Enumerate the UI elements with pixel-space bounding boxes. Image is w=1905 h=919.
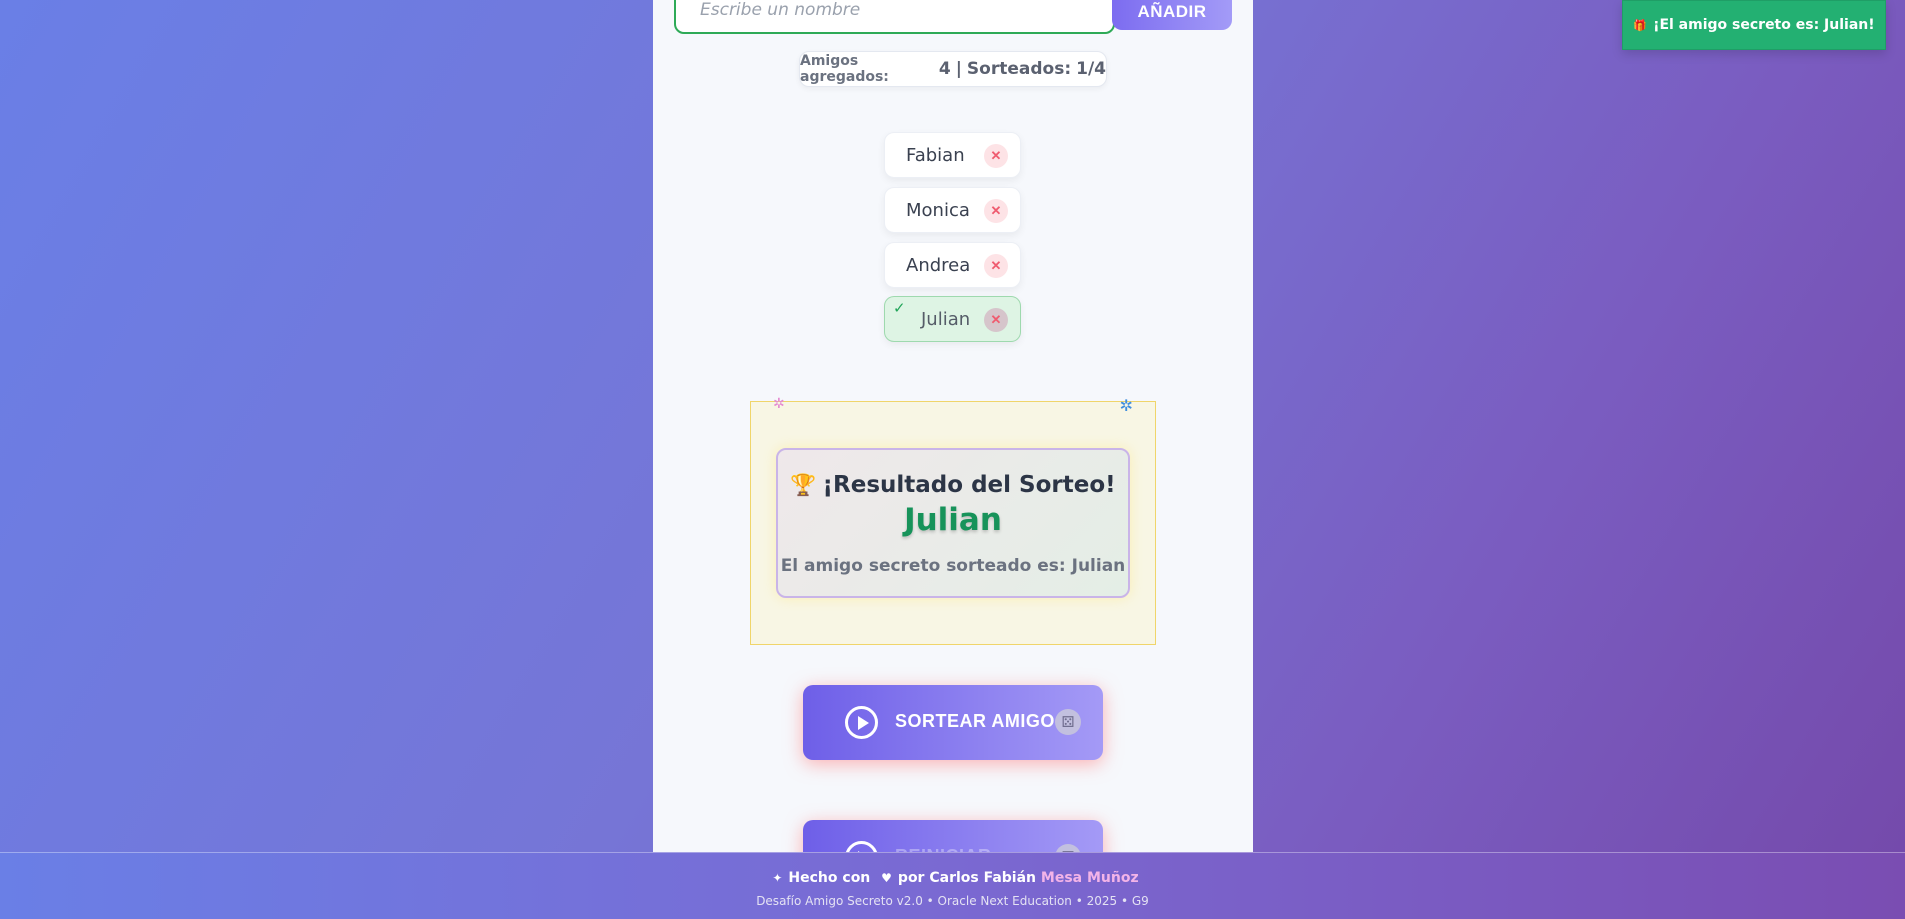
result-card: 🏆 ¡Resultado del Sorteo! Julian El amigo …	[776, 448, 1130, 598]
by-text: por	[897, 870, 925, 886]
toast-notification: 🎁 ¡El amigo secreto es: Julian!	[1622, 0, 1886, 50]
close-icon: ✕	[990, 203, 1002, 218]
check-icon: ✓	[893, 299, 906, 317]
result-title: ¡Resultado del Sorteo!	[822, 472, 1116, 498]
gift-icon: 🎁	[1633, 18, 1648, 32]
friend-name: Andrea	[906, 254, 971, 276]
toast-text: ¡El amigo secreto es: Julian!	[1653, 17, 1875, 33]
trophy-icon: 🏆	[790, 473, 817, 497]
friend-item: Fabian ✕	[884, 132, 1021, 178]
remove-friend-button[interactable]: ✕	[984, 144, 1008, 168]
friend-name: Monica	[906, 199, 970, 221]
draw-button-label: SORTEAR AMIGO	[895, 711, 1055, 731]
friend-item: Monica ✕	[884, 187, 1021, 233]
remove-friend-button[interactable]: ✕	[984, 254, 1008, 278]
play-icon	[845, 706, 878, 739]
added-label: Amigos agregados:	[800, 53, 889, 85]
remove-friend-button[interactable]: ✕	[984, 308, 1008, 332]
confetti-icon: ✲	[773, 396, 785, 412]
footer-credits: Desafío Amigo Secreto v2.0 • Oracle Next…	[756, 894, 1149, 908]
friend-name: Fabian	[906, 144, 965, 166]
close-icon: ✕	[990, 312, 1002, 327]
dice-icon: ⚄	[1055, 709, 1081, 735]
author-last-name: Mesa Muñoz	[1040, 870, 1139, 886]
result-title-row: 🏆 ¡Resultado del Sorteo!	[778, 472, 1128, 498]
friend-item: Andrea ✕	[884, 242, 1021, 288]
name-input[interactable]	[700, 0, 1089, 20]
close-icon: ✕	[990, 148, 1002, 163]
result-text: El amigo secreto sorteado es: Julian	[780, 556, 1126, 576]
result-name: Julian	[904, 502, 1002, 538]
friend-item-drawn: ✓ Julian ✕	[884, 296, 1021, 342]
sparkle-icon: ✦	[772, 871, 783, 885]
footer-credit: ✦ Hecho con ♥ por Carlos Fabián Mesa Muñoz	[0, 870, 1905, 886]
add-button[interactable]: AÑADIR	[1112, 0, 1232, 30]
drawn-label: Sorteados:	[966, 59, 1072, 79]
heart-icon: ♥	[881, 871, 892, 885]
counter-separator: |	[955, 59, 962, 79]
draw-friend-button[interactable]: SORTEAR AMIGO ⚄	[803, 685, 1103, 760]
friend-name: Julian	[921, 308, 971, 330]
remove-friend-button[interactable]: ✕	[984, 199, 1008, 223]
confetti-icon: ✲	[1119, 396, 1133, 415]
added-value: 4	[938, 59, 951, 79]
drawn-value: 1/4	[1076, 59, 1106, 79]
name-input-field[interactable]	[674, 0, 1115, 34]
author-first-name: Carlos Fabián	[929, 870, 1037, 886]
made-with-text: Hecho con	[788, 870, 871, 886]
footer: ✦ Hecho con ♥ por Carlos Fabián Mesa Muñoz…	[0, 852, 1905, 919]
counter-badge: Amigos agregados: 4 | Sorteados: 1/4	[799, 51, 1107, 87]
close-icon: ✕	[990, 258, 1002, 273]
